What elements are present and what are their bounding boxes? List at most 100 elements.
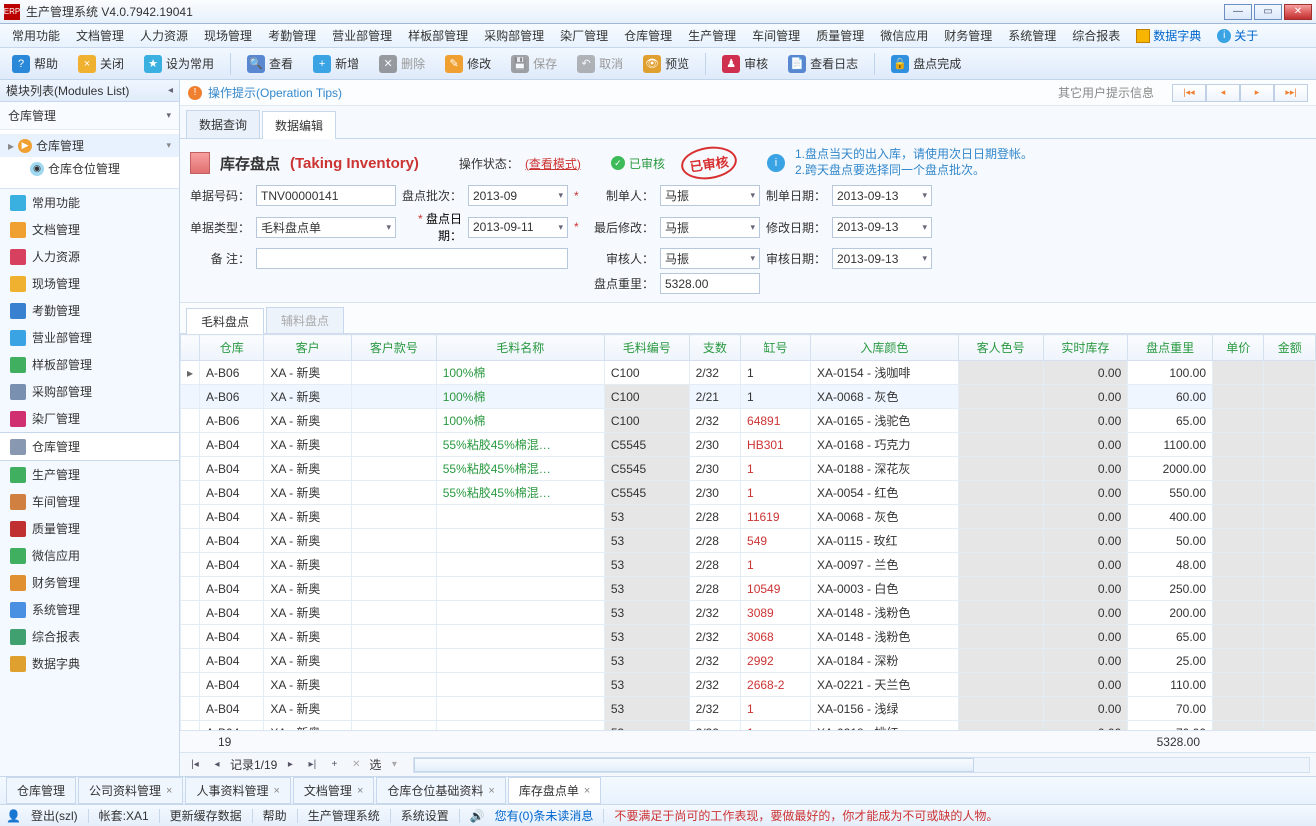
column-header[interactable]: 缸号 [741,335,811,361]
column-header[interactable]: 入库颜色 [811,335,959,361]
nav-item[interactable]: 文档管理 [0,216,179,243]
make-date-select[interactable]: 2013-09-13▾ [832,185,932,206]
table-row[interactable]: A-B06XA - 新奥100%棉C1002/211XA-0068 - 灰色0.… [181,385,1316,409]
table-row[interactable]: ▸A-B06XA - 新奥100%棉C1002/321XA-0154 - 浅咖啡… [181,361,1316,385]
nav-item[interactable]: 生产管理 [0,461,179,488]
column-header[interactable]: 客户款号 [351,335,436,361]
menu-item[interactable]: 常用功能 [4,24,68,47]
subtab-aux[interactable]: 辅料盘点 [266,307,344,333]
edit-button[interactable]: ✎修改 [439,52,497,76]
nav-item[interactable]: 数据字典 [0,650,179,677]
page-del[interactable]: ✕ [347,756,365,774]
close-tab-icon[interactable]: × [584,785,590,797]
complete-button[interactable]: 🔒盘点完成 [885,52,967,76]
nav-last-button[interactable]: ▸▸| [1274,84,1308,102]
tips-link[interactable]: 操作提示(Operation Tips) [208,84,342,101]
nav-item[interactable]: 现场管理 [0,270,179,297]
menu-item[interactable]: 现场管理 [196,24,260,47]
nav-item[interactable]: 微信应用 [0,542,179,569]
nav-item[interactable]: 营业部管理 [0,324,179,351]
menu-item[interactable]: 染厂管理 [552,24,616,47]
page-prev[interactable]: ◂ [208,756,226,774]
doc-type-select[interactable]: 毛料盘点单▾ [256,217,396,238]
column-header[interactable]: 毛料名称 [436,335,604,361]
bottom-tab[interactable]: 仓库仓位基础资料× [376,777,505,804]
audit-button[interactable]: ♟审核 [716,52,774,76]
menu-item[interactable]: 营业部管理 [324,24,400,47]
menu-item[interactable]: 人力资源 [132,24,196,47]
table-row[interactable]: A-B06XA - 新奥100%棉C1002/3264891XA-0165 - … [181,409,1316,433]
status-sys[interactable]: 生产管理系统 [308,807,380,824]
menu-item[interactable]: 财务管理 [936,24,1000,47]
table-row[interactable]: A-B04XA - 新奥532/321XA-0156 - 浅绿0.0070.00 [181,697,1316,721]
menu-item[interactable]: 综合报表 [1064,24,1128,47]
maker-select[interactable]: 马振▾ [660,185,760,206]
table-row[interactable]: A-B04XA - 新奥55%粘胶45%棉混…C55452/301XA-0188… [181,457,1316,481]
table-row[interactable]: A-B04XA - 新奥532/281XA-0097 - 兰色0.0048.00 [181,553,1316,577]
nav-first-button[interactable]: |◂◂ [1172,84,1206,102]
table-row[interactable]: A-B04XA - 新奥532/323068XA-0148 - 浅粉色0.006… [181,625,1316,649]
grid[interactable]: 仓库客户客户款号毛料名称毛料编号支数缸号入库颜色客人色号实时库存盘点重里单价金额… [180,334,1316,730]
column-header[interactable]: 单价 [1213,335,1264,361]
tab-edit[interactable]: 数据编辑 [262,111,336,139]
table-row[interactable]: A-B04XA - 新奥532/323089XA-0148 - 浅粉色0.002… [181,601,1316,625]
collapse-sidebar-icon[interactable]: ◂ [168,85,173,96]
page-select[interactable]: 选 [369,756,381,773]
column-header[interactable]: 支数 [689,335,740,361]
doc-no-input[interactable]: TNV00000141 [256,185,396,206]
search-button[interactable]: 🔍查看 [241,52,299,76]
close-tab-icon[interactable]: × [357,785,363,797]
modifier-select[interactable]: 马振▾ [660,217,760,238]
nav-item[interactable]: 样板部管理 [0,351,179,378]
nav-item[interactable]: 车间管理 [0,488,179,515]
menu-about[interactable]: i关于 [1209,24,1266,47]
close-button[interactable]: ✕ [1284,4,1312,20]
nav-item[interactable]: 系统管理 [0,596,179,623]
bottom-tab[interactable]: 公司资料管理× [78,777,183,804]
maximize-button[interactable]: ▭ [1254,4,1282,20]
page-first[interactable]: |◂ [186,756,204,774]
table-row[interactable]: A-B04XA - 新奥532/322992XA-0184 - 深粉0.0025… [181,649,1316,673]
column-header[interactable]: 盘点重里 [1128,335,1213,361]
tree-root[interactable]: ▸ ▶ 仓库管理 ▾ [0,134,179,157]
logout-link[interactable]: 登出(szl) [31,807,78,824]
table-row[interactable]: A-B04XA - 新奥532/28549XA-0115 - 玫红0.0050.… [181,529,1316,553]
column-header[interactable]: 客户 [264,335,352,361]
sidebar-group-header[interactable]: 仓库管理 ▾ [0,102,179,130]
close-tab-icon[interactable]: × [273,785,279,797]
column-header[interactable]: 仓库 [200,335,264,361]
preview-button[interactable]: 👁预览 [637,52,695,76]
menu-item[interactable]: 车间管理 [744,24,808,47]
column-header[interactable]: 客人色号 [958,335,1043,361]
menu-data-dict[interactable]: 数据字典 [1128,24,1209,47]
tree-child[interactable]: ◉ 仓库仓位管理 [0,157,179,180]
nav-item[interactable]: 考勤管理 [0,297,179,324]
bottom-tab[interactable]: 库存盘点单× [508,777,601,804]
nav-item[interactable]: 质量管理 [0,515,179,542]
column-header[interactable]: 毛料编号 [604,335,689,361]
nav-item[interactable]: 财务管理 [0,569,179,596]
unread-msg[interactable]: 您有(0)条未读消息 [495,807,594,824]
status-settings[interactable]: 系统设置 [401,807,449,824]
nav-item[interactable]: 人力资源 [0,243,179,270]
menu-item[interactable]: 样板部管理 [400,24,476,47]
status-help[interactable]: 帮助 [263,807,287,824]
table-row[interactable]: A-B04XA - 新奥532/2811619XA-0068 - 灰色0.004… [181,505,1316,529]
table-row[interactable]: A-B04XA - 新奥532/322668-2XA-0221 - 天兰色0.0… [181,673,1316,697]
table-row[interactable]: A-B04XA - 新奥55%粘胶45%棉混…C55452/301XA-0054… [181,481,1316,505]
nav-item[interactable]: 综合报表 [0,623,179,650]
bottom-tab[interactable]: 仓库管理 [6,777,76,804]
setcommon-button[interactable]: ★设为常用 [138,52,220,76]
column-header[interactable]: 金额 [1264,335,1316,361]
refresh-cache[interactable]: 更新缓存数据 [170,807,242,824]
mod-date-select[interactable]: 2013-09-13▾ [832,217,932,238]
date-select[interactable]: 2013-09-11▾ [468,217,568,238]
nav-prev-button[interactable]: ◂ [1206,84,1240,102]
bottom-tab[interactable]: 文档管理× [293,777,374,804]
add-button[interactable]: +新增 [307,52,365,76]
nav-item[interactable]: 采购部管理 [0,378,179,405]
minimize-button[interactable]: — [1224,4,1252,20]
close-tab-icon[interactable]: × [166,785,172,797]
nav-item[interactable]: 染厂管理 [0,405,179,432]
view-mode-link[interactable]: (查看模式) [525,155,581,172]
